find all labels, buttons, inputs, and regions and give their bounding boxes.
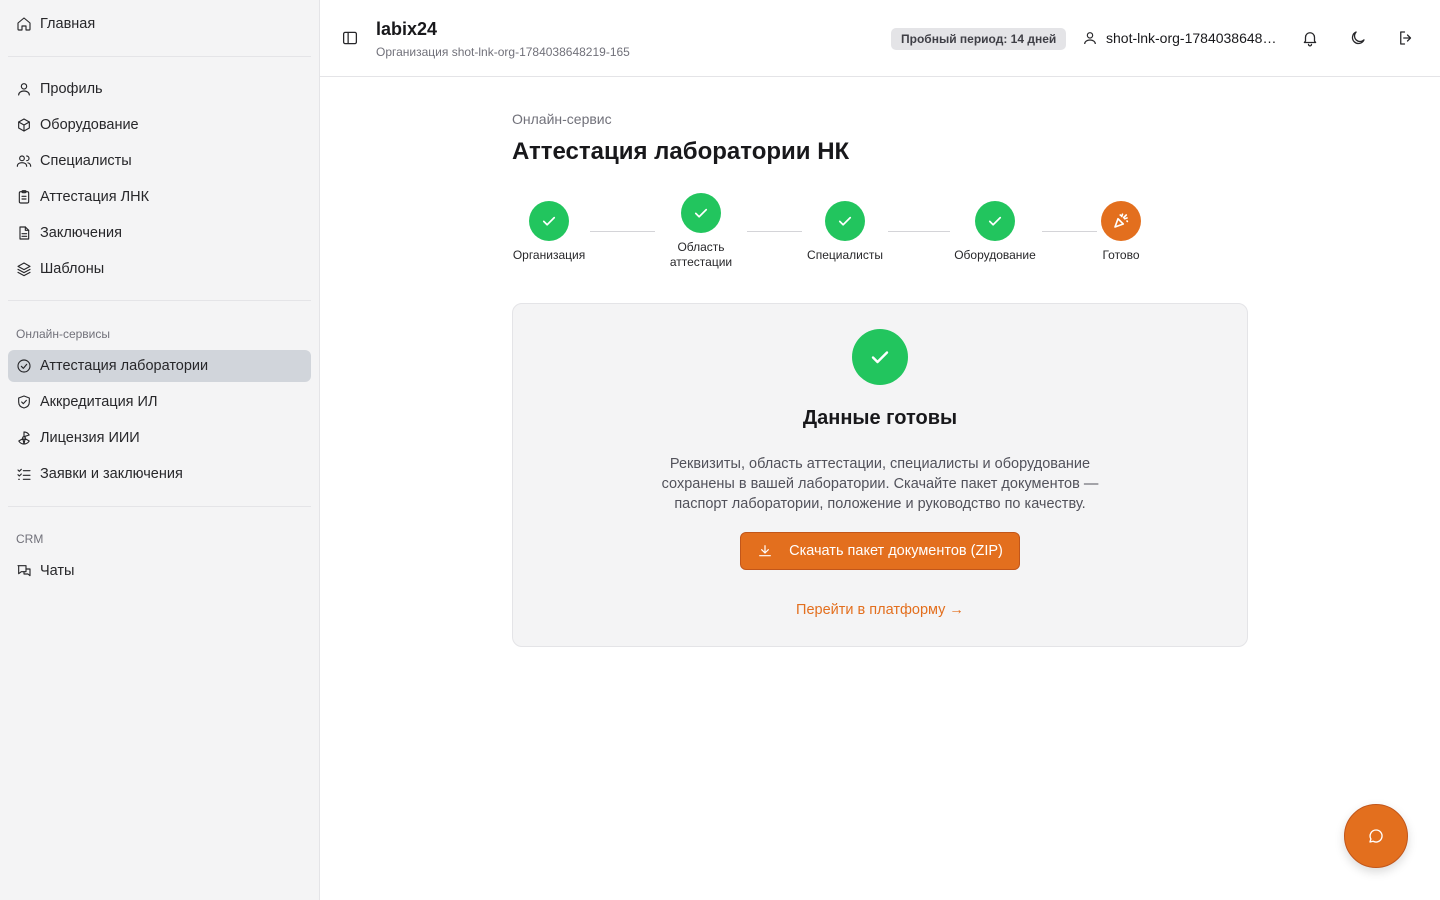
step-connector — [888, 231, 950, 232]
sidebar-item-conclusions[interactable]: Заключения — [8, 217, 311, 249]
party-popper-icon — [1101, 201, 1141, 241]
card-title: Данные готовы — [802, 407, 958, 429]
list-checks-icon — [16, 466, 32, 482]
sidebar-item-profile[interactable]: Профиль — [8, 73, 311, 105]
step-connector — [1042, 231, 1097, 232]
sidebar-item-label: Главная — [40, 16, 96, 32]
shield-check-icon — [16, 394, 32, 410]
step-label: Специалисты — [807, 248, 883, 262]
sidebar-item-accreditation[interactable]: Аккредитация ИЛ — [8, 386, 311, 418]
sidebar-item-label: Профиль — [40, 81, 103, 97]
sidebar-divider — [8, 506, 311, 507]
sidebar-item-label: Чаты — [40, 563, 75, 579]
step-done[interactable]: Готово — [1091, 201, 1151, 263]
sidebar-divider — [8, 300, 311, 301]
sidebar-item-home[interactable]: Главная — [8, 8, 311, 40]
sidebar-item-label: Оборудование — [40, 117, 139, 133]
users-icon — [16, 153, 32, 169]
step-specialists[interactable]: Специалисты — [802, 201, 888, 263]
download-icon — [759, 545, 772, 557]
top-header: labix24 Организация shot-lnk-org-1784038… — [320, 0, 1440, 77]
sidebar-item-lnk-attestation[interactable]: Аттестация ЛНК — [8, 181, 311, 213]
sidebar-divider — [8, 56, 311, 57]
sidebar-item-lab-attestation[interactable]: Аттестация лаборатории — [8, 350, 311, 382]
bell-icon[interactable] — [1301, 29, 1319, 47]
step-complete-icon — [529, 201, 569, 241]
sidebar-item-label: Аттестация ЛНК — [40, 189, 150, 205]
sidebar-toggle-icon[interactable] — [341, 29, 359, 47]
sidebar-item-templates[interactable]: Шаблоны — [8, 253, 311, 285]
step-label: Область аттестации — [669, 240, 733, 269]
step-connector — [747, 231, 802, 232]
result-card: Данные готовы Реквизиты, область аттеста… — [512, 303, 1248, 647]
step-scope[interactable]: Область аттестации — [660, 193, 742, 270]
chat-bubble-icon — [1369, 829, 1383, 843]
logout-icon[interactable] — [1397, 29, 1415, 47]
step-connector — [590, 231, 655, 232]
sidebar-item-label: Заявки и заключения — [40, 466, 183, 482]
sidebar-item-label: Специалисты — [40, 153, 132, 169]
moon-icon[interactable] — [1349, 29, 1367, 47]
sidebar-item-label: Аттестация лаборатории — [40, 358, 209, 374]
check-circle-icon — [16, 358, 32, 374]
sidebar-item-label: Шаблоны — [40, 261, 105, 277]
user-menu[interactable]: shot-lnk-org-1784038648219-165 — [1082, 30, 1278, 46]
download-zip-button[interactable]: Скачать пакет документов (ZIP) — [740, 532, 1020, 570]
step-complete-icon — [975, 201, 1015, 241]
step-complete-icon — [825, 201, 865, 241]
go-to-platform-link[interactable]: Перейти в платформу → — [513, 602, 1247, 618]
sidebar-item-equipment[interactable]: Оборудование — [8, 109, 311, 141]
download-button-label: Скачать пакет документов (ZIP) — [789, 543, 1003, 559]
clipboard-icon — [16, 189, 32, 205]
card-description: Реквизиты, область аттестации, специалис… — [661, 456, 1099, 512]
sidebar: Главная Профиль Оборудование Специалисты… — [0, 0, 320, 900]
chat-fab-button[interactable] — [1344, 804, 1408, 868]
sidebar-item-requests[interactable]: Заявки и заключения — [8, 458, 311, 490]
sidebar-group-crm: CRM — [16, 532, 44, 546]
layers-icon — [16, 261, 32, 277]
sidebar-item-specialists[interactable]: Специалисты — [8, 145, 311, 177]
user-icon — [1084, 32, 1096, 45]
user-name: shot-lnk-org-1784038648219-165 — [1106, 30, 1278, 46]
organization-subtitle: Организация shot-lnk-org-1784038648219-1… — [376, 45, 630, 59]
document-icon — [16, 225, 32, 241]
user-icon — [16, 81, 32, 97]
sidebar-item-label: Аккредитация ИЛ — [40, 394, 158, 410]
step-organization[interactable]: Организация — [506, 201, 592, 263]
step-complete-icon — [681, 193, 721, 233]
app-brand: labix24 — [376, 19, 438, 39]
success-check-icon — [852, 329, 908, 385]
breadcrumb: Онлайн-сервис — [512, 111, 612, 127]
sidebar-item-license[interactable]: Лицензия ИИИ — [8, 422, 311, 454]
sidebar-group-online: Онлайн-сервисы — [16, 327, 111, 341]
home-icon — [16, 16, 32, 32]
box-icon — [16, 117, 32, 133]
radiation-icon — [16, 430, 32, 446]
page-title: Аттестация лаборатории НК — [512, 138, 850, 165]
chats-icon — [16, 563, 32, 579]
step-label: Оборудование — [954, 248, 1036, 262]
trial-badge: Пробный период: 14 дней — [891, 28, 1067, 50]
step-label: Готово — [1102, 248, 1140, 262]
sidebar-item-label: Лицензия ИИИ — [40, 430, 140, 446]
step-label: Организация — [512, 248, 586, 262]
sidebar-item-label: Заключения — [40, 225, 122, 241]
step-equipment[interactable]: Оборудование — [948, 201, 1042, 263]
sidebar-item-chats[interactable]: Чаты — [8, 555, 311, 587]
